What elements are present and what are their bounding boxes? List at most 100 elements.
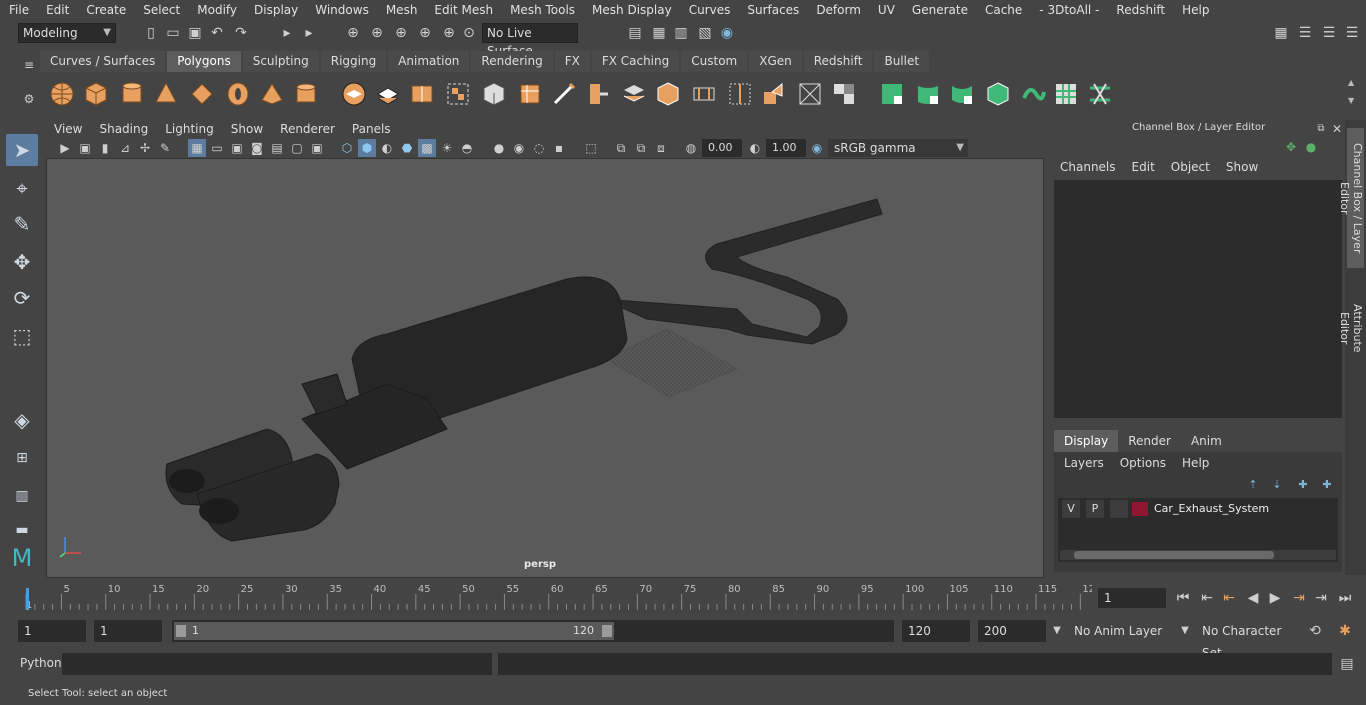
poly-cone-icon[interactable]	[152, 80, 180, 108]
combine-icon[interactable]	[340, 80, 368, 108]
resolution-gate-icon[interactable]: ▣	[228, 139, 246, 157]
backface-icon[interactable]: ▪	[550, 139, 568, 157]
shelf-tab-animation[interactable]: Animation	[388, 51, 470, 72]
screen-space-ao-icon[interactable]: ⧉	[612, 139, 630, 157]
layer-visibility-toggle[interactable]: V	[1062, 500, 1080, 518]
undo-icon[interactable]: ↶	[208, 24, 226, 42]
shelf-tab-sculpting[interactable]: Sculpting	[242, 51, 319, 72]
tab-render[interactable]: Render	[1118, 430, 1181, 452]
script-editor-icon[interactable]: ▤	[1338, 655, 1356, 673]
append-polygon-icon[interactable]	[654, 80, 682, 108]
menu-generate[interactable]: Generate	[903, 3, 976, 17]
lasso-tool-icon[interactable]: ⌖	[6, 172, 38, 204]
menu-edit-mesh[interactable]: Edit Mesh	[425, 3, 501, 17]
channel-list[interactable]	[1054, 180, 1342, 418]
soft-select-icon[interactable]: ◈	[6, 404, 38, 436]
anim-layer-dropdown[interactable]: No Anim Layer	[1068, 620, 1174, 642]
select-by-object-icon[interactable]: ▸	[300, 24, 318, 42]
bookmark-icon[interactable]: ▮	[96, 139, 114, 157]
gamma-icon[interactable]: ◐	[746, 139, 764, 157]
animation-preferences-icon[interactable]: ✱	[1336, 622, 1354, 640]
toggle-channel-box-icon[interactable]: ☰	[1296, 24, 1314, 42]
current-time-indicator[interactable]	[26, 588, 29, 610]
side-tab-attribute-editor[interactable]: Attribute Editor	[1338, 288, 1364, 368]
cb-menu-edit[interactable]: Edit	[1124, 160, 1163, 178]
command-language-label[interactable]: Python	[20, 656, 62, 670]
snap-grid-icon[interactable]: ⊕	[344, 24, 362, 42]
field-chart-icon[interactable]: ▤	[268, 139, 286, 157]
cb-menu-show[interactable]: Show	[1218, 160, 1266, 178]
save-scene-icon[interactable]: ▣	[186, 24, 204, 42]
poly-sphere-icon[interactable]	[48, 80, 76, 108]
uv-cylindrical-icon[interactable]	[914, 80, 942, 108]
insert-loop-icon[interactable]	[726, 80, 754, 108]
layer-color-swatch[interactable]	[1132, 502, 1148, 516]
use-lights-icon[interactable]: ☀	[438, 139, 456, 157]
new-layer-selected-icon[interactable]: ✚	[1318, 476, 1336, 494]
layer-menu-layers[interactable]: Layers	[1060, 456, 1112, 470]
menu-edit[interactable]: Edit	[37, 3, 77, 17]
vp-menu-shading[interactable]: Shading	[91, 120, 157, 138]
color-management-icon[interactable]: ◉	[808, 139, 826, 157]
motion-blur-icon[interactable]: ⧉	[632, 139, 650, 157]
camera-attributes-icon[interactable]: ▣	[76, 139, 94, 157]
cb-menu-channels[interactable]: Channels	[1058, 160, 1124, 178]
shelf-scroll[interactable]: ▲ ▼	[1346, 72, 1362, 112]
tab-anim[interactable]: Anim	[1181, 430, 1232, 452]
menu-mesh[interactable]: Mesh	[377, 3, 426, 17]
shelf-tab-polygons[interactable]: Polygons	[167, 51, 241, 72]
shelf-tab-xgen[interactable]: XGen	[749, 51, 802, 72]
snap-point-icon[interactable]: ⊕	[392, 24, 410, 42]
menu-curves[interactable]: Curves	[680, 3, 739, 17]
poly-cylinder-icon[interactable]	[118, 80, 146, 108]
render-view-icon[interactable]: ▤	[626, 24, 644, 42]
menu-cache[interactable]: Cache	[976, 3, 1030, 17]
bridge-icon[interactable]	[584, 80, 612, 108]
layer-menu-options[interactable]: Options	[1112, 456, 1174, 470]
gate-mask-icon[interactable]: ◙	[248, 139, 266, 157]
connect-icon[interactable]	[830, 80, 858, 108]
mode-selector[interactable]: Modeling ▼	[18, 23, 116, 43]
close-icon[interactable]: ✕	[1328, 120, 1346, 138]
menu-select[interactable]: Select	[134, 3, 188, 17]
render-settings-icon[interactable]: ▧	[696, 24, 714, 42]
select-tool-icon[interactable]: ➤	[6, 134, 38, 166]
xray-components-icon[interactable]: ◌	[530, 139, 548, 157]
menu-deform[interactable]: Deform	[807, 3, 869, 17]
chevron-up-icon[interactable]: ▲	[1348, 78, 1354, 87]
live-surface-field[interactable]: No Live Surface	[482, 23, 578, 58]
move-layer-down-icon[interactable]: ⇣	[1268, 476, 1286, 494]
shelf-tab-curves-surfaces[interactable]: Curves / Surfaces	[40, 51, 166, 72]
merge-icon[interactable]	[796, 80, 824, 108]
xray-joints-icon[interactable]: ◉	[510, 139, 528, 157]
step-forward-icon[interactable]: ⇥	[1312, 589, 1330, 607]
exposure-icon[interactable]: ◍	[682, 139, 700, 157]
layer-row[interactable]: V P Car_Exhaust_System	[1058, 500, 1338, 518]
playback-start-field[interactable]: 1	[94, 620, 162, 642]
grease-pencil-icon[interactable]: ✎	[156, 139, 174, 157]
new-scene-icon[interactable]: ▯	[142, 24, 160, 42]
poly-pyramid-icon[interactable]	[258, 80, 286, 108]
cb-menu-object[interactable]: Object	[1163, 160, 1218, 178]
menu-create[interactable]: Create	[77, 3, 134, 17]
shelf-menu-icon[interactable]: ≡	[22, 56, 36, 74]
select-by-hierarchy-icon[interactable]: ▸	[278, 24, 296, 42]
edge-loop-icon[interactable]	[690, 80, 718, 108]
shelf-tab-fx-caching[interactable]: FX Caching	[591, 51, 680, 72]
poly-pipe-icon[interactable]	[292, 80, 320, 108]
isolate-select-icon[interactable]: ⬚	[582, 139, 600, 157]
step-back-icon[interactable]: ⇤	[1198, 589, 1216, 607]
film-gate-icon[interactable]: ▭	[208, 139, 226, 157]
play-backwards-icon[interactable]: ◀	[1244, 589, 1262, 607]
step-back-key-icon[interactable]: ⇤	[1220, 589, 1238, 607]
side-tab-channel-box[interactable]: Channel Box / Layer Editor	[1338, 128, 1364, 268]
snap-view-icon[interactable]: ⊕	[416, 24, 434, 42]
anti-aliasing-icon[interactable]: ⧈	[652, 139, 670, 157]
exhaust-model-render[interactable]	[47, 159, 1044, 578]
mirror-icon[interactable]	[444, 80, 472, 108]
chevron-down-icon[interactable]: ▼	[1176, 622, 1194, 640]
range-slider-bar[interactable]: 1 120	[174, 622, 614, 640]
poly-torus-icon[interactable]	[224, 80, 252, 108]
layout-two-icon[interactable]: ▥	[6, 480, 38, 512]
go-to-end-icon[interactable]: ⏭	[1336, 589, 1354, 607]
